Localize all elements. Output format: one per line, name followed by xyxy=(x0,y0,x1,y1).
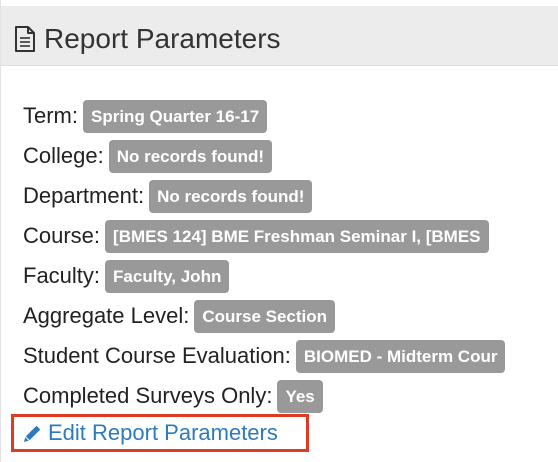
param-row-college: College: No records found! xyxy=(23,136,558,176)
student-course-evaluation-value-badge: BIOMED - Midterm Cour xyxy=(295,339,506,373)
course-value-badge: [BMES 124] BME Freshman Seminar I, [BMES xyxy=(105,219,489,253)
parameter-list: Term: Spring Quarter 16-17 College: No r… xyxy=(23,96,558,416)
param-row-student-course-evaluation: Student Course Evaluation: BIOMED - Midt… xyxy=(23,336,558,376)
edit-report-parameters-link[interactable]: Edit Report Parameters xyxy=(11,414,309,452)
college-label: College: xyxy=(23,143,104,168)
page-title: Report Parameters xyxy=(44,23,281,54)
param-row-completed-surveys-only: Completed Surveys Only: Yes xyxy=(23,376,558,416)
pencil-icon xyxy=(23,425,41,442)
param-row-department: Department: No records found! xyxy=(23,176,558,216)
param-row-aggregate-level: Aggregate Level: Course Section xyxy=(23,296,558,336)
faculty-label: Faculty: xyxy=(23,263,101,288)
completed-surveys-only-label: Completed Surveys Only: xyxy=(23,383,273,408)
department-label: Department: xyxy=(23,183,145,208)
edit-report-parameters-label[interactable]: Edit Report Parameters xyxy=(48,420,278,446)
document-icon xyxy=(15,26,35,52)
report-parameters-panel: Report Parameters Term: Spring Quarter 1… xyxy=(0,0,558,462)
param-row-course: Course: [BMES 124] BME Freshman Seminar … xyxy=(23,216,558,256)
term-label: Term: xyxy=(23,103,78,128)
aggregate-level-value-badge: Course Section xyxy=(194,299,336,333)
param-row-faculty: Faculty: Faculty, John xyxy=(23,256,558,296)
faculty-value-badge: Faculty, John xyxy=(105,259,230,293)
course-label: Course: xyxy=(23,223,101,248)
aggregate-level-label: Aggregate Level: xyxy=(23,303,190,328)
completed-surveys-only-value-badge: Yes xyxy=(277,379,323,413)
panel-header: Report Parameters xyxy=(1,6,558,66)
param-row-term: Term: Spring Quarter 16-17 xyxy=(23,96,558,136)
term-value-badge: Spring Quarter 16-17 xyxy=(83,99,268,133)
department-value-badge: No records found! xyxy=(149,179,313,213)
student-course-evaluation-label: Student Course Evaluation: xyxy=(23,343,291,368)
college-value-badge: No records found! xyxy=(108,139,273,173)
